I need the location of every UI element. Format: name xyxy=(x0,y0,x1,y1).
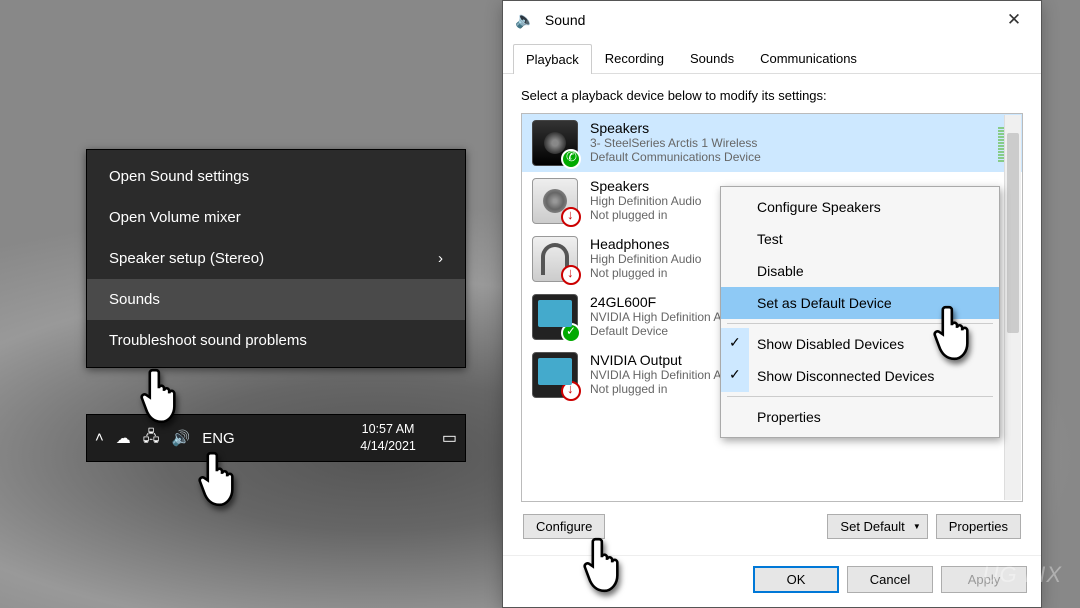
context-menu-item[interactable]: Configure Speakers xyxy=(721,191,999,223)
menu-open-volume-mixer[interactable]: Open Volume mixer xyxy=(87,197,465,238)
device-icon xyxy=(532,236,578,282)
device-desc: High Definition Audio xyxy=(590,194,701,208)
configure-button[interactable]: Configure xyxy=(523,514,605,539)
chevron-right-icon: › xyxy=(438,250,443,267)
set-default-button[interactable]: Set Default xyxy=(827,514,927,539)
language-indicator[interactable]: ENG xyxy=(202,430,235,447)
close-button[interactable]: ✕ xyxy=(991,1,1037,39)
device-icon xyxy=(532,352,578,398)
ok-button[interactable]: OK xyxy=(753,566,839,593)
device-desc: High Definition Audio xyxy=(590,252,701,266)
device-desc: 3- SteelSeries Arctis 1 Wireless xyxy=(590,136,761,150)
scrollbar[interactable] xyxy=(1004,115,1021,500)
taskbar: ˄ ☁ 🖧 🔊 ENG 10:57 AM 4/14/2021 ▭ xyxy=(86,414,466,462)
status-badge xyxy=(561,207,581,227)
speaker-icon: 🔈 xyxy=(515,10,535,30)
clock-date: 4/14/2021 xyxy=(360,438,416,455)
status-badge xyxy=(561,149,581,169)
dialog-title: Sound xyxy=(545,12,585,28)
device-name: Speakers xyxy=(590,178,701,194)
weather-icon[interactable]: ☁ xyxy=(116,429,131,447)
device-context-menu: Configure SpeakersTestDisableSet as Defa… xyxy=(720,186,1000,438)
status-badge xyxy=(561,265,581,285)
context-menu-item[interactable]: Test xyxy=(721,223,999,255)
device-icon xyxy=(532,178,578,224)
menu-troubleshoot[interactable]: Troubleshoot sound problems xyxy=(87,320,465,361)
context-menu-item[interactable]: Set as Default Device xyxy=(721,287,999,319)
tab-communications[interactable]: Communications xyxy=(747,43,870,73)
tab-recording[interactable]: Recording xyxy=(592,43,677,73)
clock[interactable]: 10:57 AM 4/14/2021 xyxy=(360,421,416,455)
status-badge xyxy=(561,381,581,401)
volume-icon[interactable]: 🔊 xyxy=(172,429,191,447)
context-menu-item[interactable]: Properties xyxy=(721,401,999,433)
menu-open-sound-settings[interactable]: Open Sound settings xyxy=(87,156,465,197)
action-center-icon[interactable]: ▭ xyxy=(442,428,457,448)
tab-playback[interactable]: Playback xyxy=(513,44,592,74)
device-status: Not plugged in xyxy=(590,208,701,222)
watermark: UG FIX xyxy=(983,562,1062,588)
separator xyxy=(727,396,993,397)
device-status: Not plugged in xyxy=(590,266,701,280)
tray-overflow-icon[interactable]: ˄ xyxy=(95,429,104,446)
context-menu-item[interactable]: Show Disabled Devices xyxy=(721,328,999,360)
clock-time: 10:57 AM xyxy=(360,421,416,438)
menu-speaker-setup[interactable]: Speaker setup (Stereo)› xyxy=(87,238,465,279)
device-name: Headphones xyxy=(590,236,701,252)
titlebar: 🔈 Sound ✕ xyxy=(503,1,1041,39)
context-menu-item[interactable]: Disable xyxy=(721,255,999,287)
device-status: Default Communications Device xyxy=(590,150,761,164)
cancel-button[interactable]: Cancel xyxy=(847,566,933,593)
device-name: Speakers xyxy=(590,120,761,136)
menu-sounds[interactable]: Sounds xyxy=(87,279,465,320)
tab-strip: Playback Recording Sounds Communications xyxy=(503,43,1041,74)
status-badge xyxy=(561,323,581,343)
context-menu-item[interactable]: Show Disconnected Devices xyxy=(721,360,999,392)
device-icon xyxy=(532,120,578,166)
volume-context-menu: Open Sound settings Open Volume mixer Sp… xyxy=(86,149,466,368)
network-icon[interactable]: 🖧 xyxy=(143,426,160,451)
tab-sounds[interactable]: Sounds xyxy=(677,43,747,73)
separator xyxy=(727,323,993,324)
device-icon xyxy=(532,294,578,340)
instruction-text: Select a playback device below to modify… xyxy=(521,88,1023,103)
device-row[interactable]: Speakers3- SteelSeries Arctis 1 Wireless… xyxy=(522,114,1022,172)
properties-button[interactable]: Properties xyxy=(936,514,1021,539)
